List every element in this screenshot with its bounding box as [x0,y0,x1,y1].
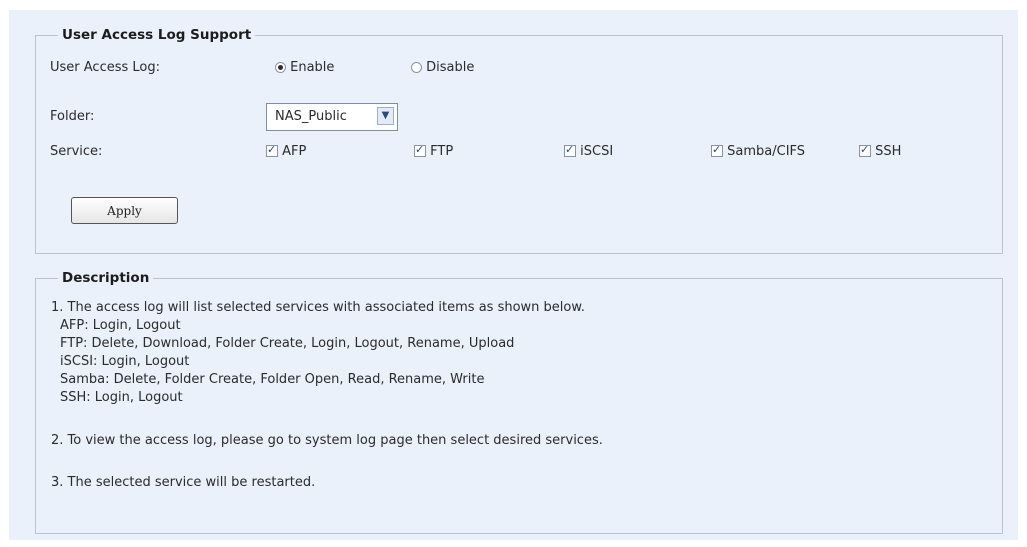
service-ftp-label: FTP [430,144,454,159]
service-checkbox-ssh[interactable]: SSH [859,143,902,159]
folder-select[interactable]: NAS_Public ▼ [266,103,398,131]
service-checkbox-iscsi[interactable]: iSCSI [564,143,614,159]
disable-radio-label: Disable [426,60,475,75]
chevron-down-icon[interactable]: ▼ [377,107,394,125]
description-line: 1. The access log will list selected ser… [51,300,585,315]
enable-radio-label: Enable [290,60,335,75]
description-line: Samba: Delete, Folder Create, Folder Ope… [60,372,485,387]
checkbox-samba[interactable] [711,143,723,157]
enable-radio[interactable] [275,62,286,73]
checkbox-afp[interactable] [266,143,278,157]
service-afp-label: AFP [282,144,307,159]
checkbox-iscsi[interactable] [564,143,576,157]
checkbox-ftp[interactable] [414,143,426,157]
user-access-log-legend: User Access Log Support [62,27,252,43]
description-line: FTP: Delete, Download, Folder Create, Lo… [60,336,515,351]
disable-radio[interactable] [411,62,422,73]
settings-panel: User Access Log Support User Access Log:… [9,10,1018,540]
description-line: iSCSI: Login, Logout [60,354,190,369]
service-checkbox-ftp[interactable]: FTP [414,143,454,159]
description-line: 3. The selected service will be restarte… [51,475,316,490]
service-label: Service: [50,144,103,159]
disable-radio-option[interactable]: Disable [411,60,474,75]
service-iscsi-label: iSCSI [580,144,614,159]
description-line: AFP: Login, Logout [60,318,181,333]
enable-radio-option[interactable]: Enable [275,60,334,75]
user-access-log-label: User Access Log: [50,60,160,75]
service-checkbox-samba[interactable]: Samba/CIFS [711,143,806,159]
service-samba-label: Samba/CIFS [727,144,806,159]
user-access-log-fieldset: User Access Log Support [35,27,1003,254]
description-line: SSH: Login, Logout [60,390,183,405]
folder-select-value: NAS_Public [275,109,347,124]
checkbox-ssh[interactable] [859,143,871,157]
service-ssh-label: SSH [875,144,902,159]
folder-label: Folder: [50,109,95,124]
description-line: 2. To view the access log, please go to … [51,433,603,448]
service-checkbox-afp[interactable]: AFP [266,143,307,159]
apply-button[interactable]: Apply [71,197,178,224]
description-legend: Description [62,270,150,286]
